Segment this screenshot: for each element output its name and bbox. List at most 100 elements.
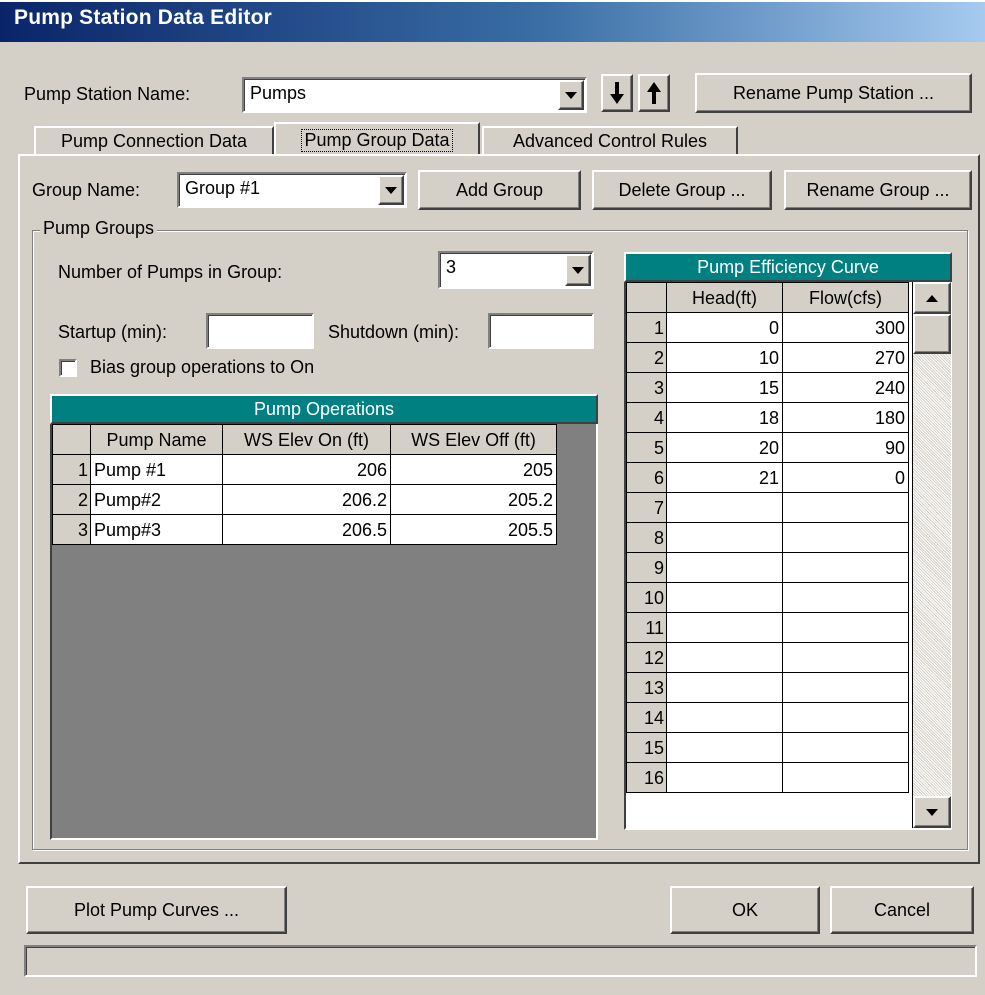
- chevron-down-icon[interactable]: [378, 175, 404, 205]
- column-header[interactable]: WS Elev Off (ft): [390, 424, 557, 455]
- flow-cell[interactable]: [782, 552, 909, 583]
- head-cell[interactable]: [666, 552, 783, 583]
- ws-elev-on-cell[interactable]: 206.2: [222, 484, 391, 515]
- row-number[interactable]: 8: [626, 522, 667, 553]
- tab-advanced-control-rules[interactable]: Advanced Control Rules: [482, 126, 738, 154]
- column-header[interactable]: Pump Name: [90, 424, 223, 455]
- flow-cell[interactable]: [782, 732, 909, 763]
- table-row[interactable]: 12: [626, 642, 909, 673]
- move-up-button[interactable]: [638, 74, 670, 112]
- table-row[interactable]: 1 0 300: [626, 312, 909, 343]
- head-cell[interactable]: [666, 732, 783, 763]
- row-number[interactable]: 4: [626, 402, 667, 433]
- efficiency-curve-table[interactable]: Head(ft) Flow(cfs) 1 0 300 2 10 270 3 15 240 4 18 1…: [626, 282, 909, 793]
- scroll-up-button[interactable]: [913, 282, 951, 314]
- row-number[interactable]: 12: [626, 642, 667, 673]
- row-number[interactable]: 2: [626, 342, 667, 373]
- flow-cell[interactable]: 300: [782, 312, 909, 343]
- head-cell[interactable]: 0: [666, 312, 783, 343]
- flow-cell[interactable]: 0: [782, 462, 909, 493]
- head-cell[interactable]: [666, 522, 783, 553]
- flow-cell[interactable]: 240: [782, 372, 909, 403]
- pump-name-cell[interactable]: Pump#3: [90, 514, 223, 545]
- row-number[interactable]: 3: [52, 514, 91, 545]
- head-cell[interactable]: [666, 642, 783, 673]
- head-cell[interactable]: 21: [666, 462, 783, 493]
- ws-elev-off-cell[interactable]: 205: [390, 454, 557, 485]
- head-cell[interactable]: [666, 672, 783, 703]
- row-number[interactable]: 14: [626, 702, 667, 733]
- ws-elev-on-cell[interactable]: 206.5: [222, 514, 391, 545]
- column-header[interactable]: Flow(cfs): [782, 282, 909, 313]
- row-number[interactable]: 1: [52, 454, 91, 485]
- rename-group-button[interactable]: Rename Group ...: [784, 170, 972, 210]
- tab-pump-connection-data[interactable]: Pump Connection Data: [34, 126, 274, 154]
- table-row[interactable]: 10: [626, 582, 909, 613]
- row-number[interactable]: 3: [626, 372, 667, 403]
- tab-pump-group-data[interactable]: Pump Group Data: [274, 122, 480, 156]
- row-number[interactable]: 6: [626, 462, 667, 493]
- head-cell[interactable]: 18: [666, 402, 783, 433]
- head-cell[interactable]: [666, 762, 783, 793]
- group-name-combo[interactable]: Group #1: [177, 172, 407, 208]
- pump-name-cell[interactable]: Pump#2: [90, 484, 223, 515]
- table-row[interactable]: 7: [626, 492, 909, 523]
- vertical-scrollbar[interactable]: [912, 282, 952, 828]
- flow-cell[interactable]: [782, 582, 909, 613]
- flow-cell[interactable]: 270: [782, 342, 909, 373]
- station-name-combo[interactable]: Pumps: [242, 77, 587, 113]
- column-header[interactable]: Head(ft): [666, 282, 783, 313]
- flow-cell[interactable]: [782, 672, 909, 703]
- flow-cell[interactable]: [782, 642, 909, 673]
- table-row[interactable]: 5 20 90: [626, 432, 909, 463]
- ws-elev-off-cell[interactable]: 205.5: [390, 514, 557, 545]
- table-row[interactable]: 8: [626, 522, 909, 553]
- efficiency-curve-grid[interactable]: Head(ft) Flow(cfs) 1 0 300 2 10 270 3 15 240 4 18 1…: [624, 282, 952, 830]
- table-row[interactable]: 9: [626, 552, 909, 583]
- ws-elev-on-cell[interactable]: 206: [222, 454, 391, 485]
- row-number[interactable]: 15: [626, 732, 667, 763]
- chevron-down-icon[interactable]: [558, 80, 584, 110]
- row-number[interactable]: 9: [626, 552, 667, 583]
- move-down-button[interactable]: [601, 74, 633, 112]
- row-number[interactable]: 16: [626, 762, 667, 793]
- flow-cell[interactable]: [782, 762, 909, 793]
- delete-group-button[interactable]: Delete Group ...: [592, 170, 772, 210]
- pump-name-cell[interactable]: Pump #1: [90, 454, 223, 485]
- num-pumps-combo[interactable]: 3: [438, 251, 594, 289]
- row-number[interactable]: 11: [626, 612, 667, 643]
- table-row[interactable]: 6 21 0: [626, 462, 909, 493]
- head-cell[interactable]: [666, 492, 783, 523]
- row-number[interactable]: 5: [626, 432, 667, 463]
- pump-operations-grid[interactable]: Pump Name WS Elev On (ft) WS Elev Off (f…: [50, 424, 598, 840]
- flow-cell[interactable]: [782, 612, 909, 643]
- table-row[interactable]: 16: [626, 762, 909, 793]
- row-number[interactable]: 10: [626, 582, 667, 613]
- plot-pump-curves-button[interactable]: Plot Pump Curves ...: [26, 886, 287, 934]
- table-row[interactable]: 2 Pump#2 206.2 205.2: [52, 484, 557, 515]
- row-number[interactable]: 1: [626, 312, 667, 343]
- row-number[interactable]: 7: [626, 492, 667, 523]
- chevron-down-icon[interactable]: [565, 254, 591, 286]
- table-row[interactable]: 14: [626, 702, 909, 733]
- ws-elev-off-cell[interactable]: 205.2: [390, 484, 557, 515]
- startup-input[interactable]: [206, 313, 314, 349]
- table-row[interactable]: 11: [626, 612, 909, 643]
- column-header[interactable]: WS Elev On (ft): [222, 424, 391, 455]
- rename-pump-station-button[interactable]: Rename Pump Station ...: [695, 73, 972, 113]
- title-bar[interactable]: Pump Station Data Editor: [0, 0, 985, 42]
- flow-cell[interactable]: [782, 522, 909, 553]
- shutdown-input[interactable]: [488, 313, 594, 349]
- head-cell[interactable]: 20: [666, 432, 783, 463]
- flow-cell[interactable]: 90: [782, 432, 909, 463]
- flow-cell[interactable]: [782, 492, 909, 523]
- table-row[interactable]: 1 Pump #1 206 205: [52, 454, 557, 485]
- scroll-track[interactable]: [913, 354, 951, 796]
- table-row[interactable]: 3 Pump#3 206.5 205.5: [52, 514, 557, 545]
- flow-cell[interactable]: [782, 702, 909, 733]
- flow-cell[interactable]: 180: [782, 402, 909, 433]
- table-row[interactable]: 4 18 180: [626, 402, 909, 433]
- head-cell[interactable]: 10: [666, 342, 783, 373]
- scroll-thumb[interactable]: [913, 314, 951, 354]
- head-cell[interactable]: [666, 582, 783, 613]
